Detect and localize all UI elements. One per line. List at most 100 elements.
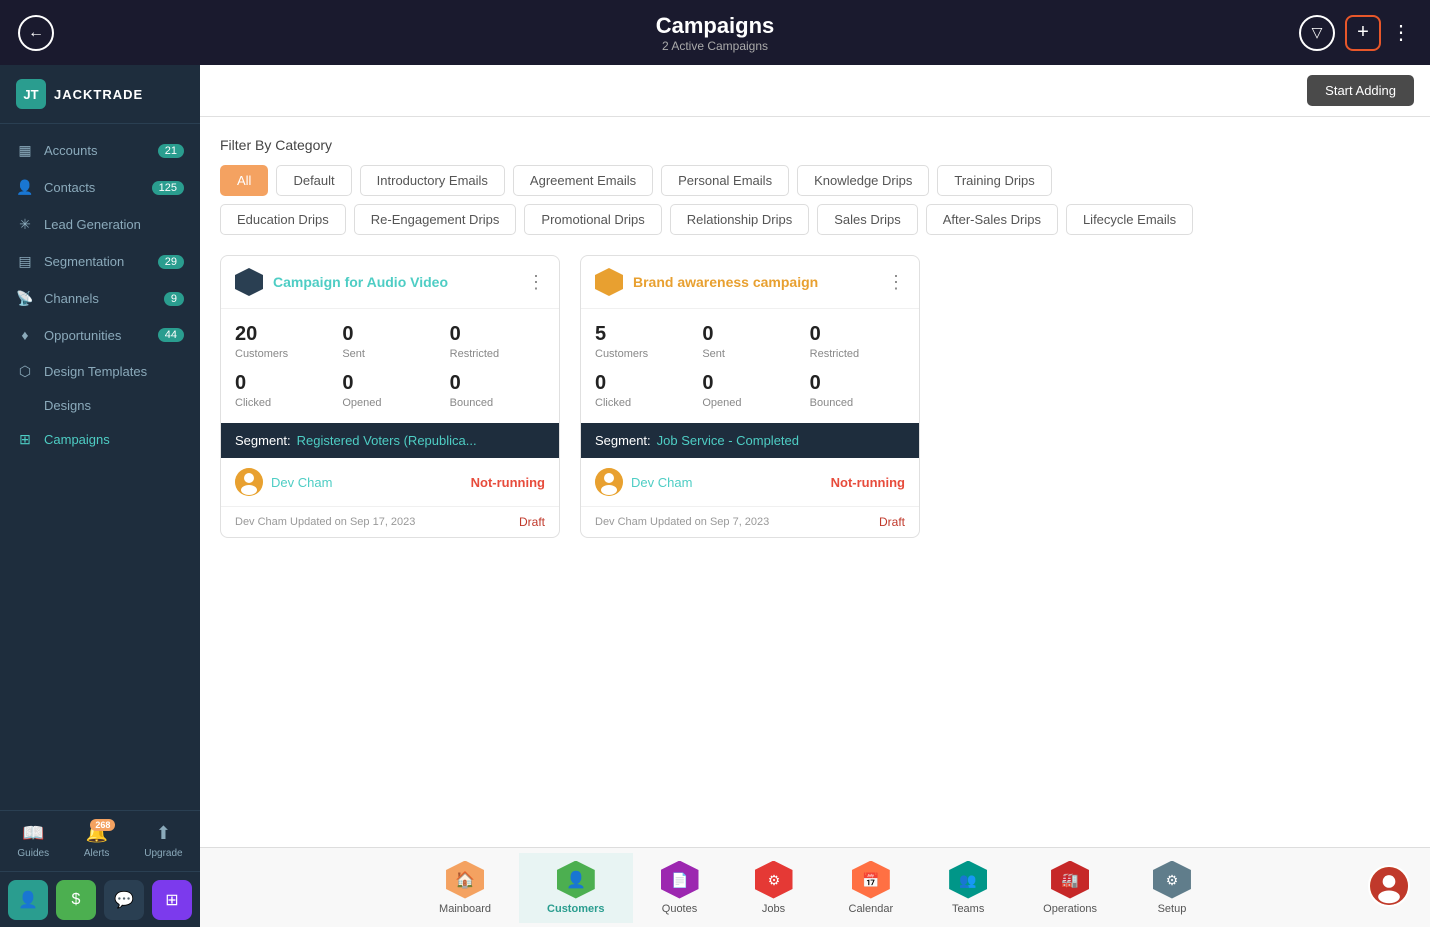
- stat-bounced-2: 0 Bounced: [810, 372, 905, 409]
- stat-sent-value-1: 0: [342, 323, 437, 346]
- filter-knowledge-drips[interactable]: Knowledge Drips: [797, 165, 929, 196]
- customers-label: Customers: [547, 903, 604, 915]
- sidebar-icon-row: 👤 $ 💬 ⊞: [0, 871, 200, 927]
- sidebar-item-opportunities[interactable]: ♦ Opportunities 44: [0, 317, 200, 353]
- quotes-label: Quotes: [662, 903, 697, 915]
- campaigns-grid: Campaign for Audio Video ⋮ 20 Customers …: [220, 255, 1410, 538]
- sidebar-item-lead-generation[interactable]: ✳ Lead Generation: [0, 206, 200, 243]
- setup-icon: ⚙: [1153, 861, 1191, 899]
- lead-gen-icon: ✳: [16, 216, 34, 233]
- stat-clicked-value-2: 0: [595, 372, 690, 395]
- campaign-1-user-name[interactable]: Dev Cham: [271, 475, 332, 490]
- filter-introductory-emails[interactable]: Introductory Emails: [360, 165, 505, 196]
- svg-text:🏠: 🏠: [455, 871, 475, 889]
- sidebar-item-campaigns[interactable]: ⊞ Campaigns: [0, 421, 200, 458]
- start-adding-button[interactable]: Start Adding: [1307, 75, 1414, 106]
- filter-personal-emails[interactable]: Personal Emails: [661, 165, 789, 196]
- segment-value-1[interactable]: Registered Voters (Republica...: [297, 433, 477, 448]
- stat-bounced-1: 0 Bounced: [450, 372, 545, 409]
- campaign-2-more[interactable]: ⋮: [887, 272, 905, 293]
- filter-agreement-emails[interactable]: Agreement Emails: [513, 165, 653, 196]
- filter-relationship-drips[interactable]: Relationship Drips: [670, 204, 810, 235]
- more-options-button[interactable]: ⋮: [1391, 20, 1412, 45]
- sidebar-item-contacts[interactable]: 👤 Contacts 125: [0, 169, 200, 206]
- stat-restricted-1: 0 Restricted: [450, 323, 545, 360]
- design-templates-icon: ⬡: [16, 363, 34, 380]
- stat-clicked-1: 0 Clicked: [235, 372, 330, 409]
- nav-customers[interactable]: 👤 Customers: [519, 853, 632, 923]
- alerts-button[interactable]: 🔔 268 Alerts: [84, 823, 110, 859]
- nav-teams[interactable]: 👥 Teams: [921, 853, 1015, 923]
- stat-clicked-label-1: Clicked: [235, 397, 330, 409]
- designs-label: Designs: [44, 398, 91, 413]
- sidebar-item-design-templates[interactable]: ⬡ Design Templates: [0, 353, 200, 390]
- sidebar-logo: JT JACKTRADE: [0, 65, 200, 124]
- filter-after-sales-drips[interactable]: After-Sales Drips: [926, 204, 1058, 235]
- sidebar-item-segmentation[interactable]: ▤ Segmentation 29: [0, 243, 200, 280]
- filter-re-engagement-drips[interactable]: Re-Engagement Drips: [354, 204, 517, 235]
- segment-value-2[interactable]: Job Service - Completed: [657, 433, 799, 448]
- upgrade-button[interactable]: ⬆ Upgrade: [144, 823, 182, 859]
- channels-label: Channels: [44, 291, 154, 306]
- filter-education-drips[interactable]: Education Drips: [220, 204, 346, 235]
- stat-bounced-label-2: Bounced: [810, 397, 905, 409]
- sidebar-item-accounts[interactable]: ▦ Accounts 21: [0, 132, 200, 169]
- bottom-nav: 🏠 Mainboard 👤 Customers 📄 Quotes ⚙: [200, 847, 1430, 927]
- jobs-icon: ⚙: [755, 861, 793, 899]
- guides-icon: 📖: [22, 823, 44, 844]
- channels-icon: 📡: [16, 290, 34, 307]
- stat-bounced-value-2: 0: [810, 372, 905, 395]
- add-button[interactable]: +: [1345, 15, 1381, 51]
- campaign-2-user: Dev Cham Not-running: [581, 458, 919, 506]
- campaign-2-draft: Draft: [879, 515, 905, 529]
- campaign-1-title[interactable]: Campaign for Audio Video: [273, 274, 517, 290]
- campaign-2-icon: [595, 268, 623, 296]
- campaign-1-stats: 20 Customers 0 Sent 0 Restricted 0: [221, 309, 559, 423]
- lead-gen-label: Lead Generation: [44, 217, 184, 232]
- dollar-quick-icon[interactable]: $: [56, 880, 96, 920]
- sidebar-bottom: 📖 Guides 🔔 268 Alerts ⬆ Upgrade: [0, 810, 200, 871]
- page-subtitle: 2 Active Campaigns: [656, 39, 775, 53]
- chat-quick-icon[interactable]: 💬: [104, 880, 144, 920]
- campaign-1-user: Dev Cham Not-running: [221, 458, 559, 506]
- stat-sent-label-2: Sent: [702, 348, 797, 360]
- page-title: Campaigns: [656, 13, 775, 39]
- segment-label-2: Segment:: [595, 433, 651, 448]
- nav-quotes[interactable]: 📄 Quotes: [633, 853, 727, 923]
- filter-default[interactable]: Default: [276, 165, 351, 196]
- campaign-1-more[interactable]: ⋮: [527, 272, 545, 293]
- campaign-2-user-name[interactable]: Dev Cham: [631, 475, 692, 490]
- stat-clicked-value-1: 0: [235, 372, 330, 395]
- stat-restricted-label-1: Restricted: [450, 348, 545, 360]
- content-topbar: Start Adding: [200, 65, 1430, 117]
- opportunities-label: Opportunities: [44, 328, 148, 343]
- user-quick-icon[interactable]: 👤: [8, 880, 48, 920]
- filter-lifecycle-emails[interactable]: Lifecycle Emails: [1066, 204, 1193, 235]
- svg-text:⚙: ⚙: [767, 872, 780, 888]
- filter-button[interactable]: ▽: [1299, 15, 1335, 51]
- user-avatar-bottom-right[interactable]: [1368, 865, 1410, 907]
- channels-badge: 9: [164, 292, 184, 306]
- top-header: ← Campaigns 2 Active Campaigns ▽ + ⋮: [0, 0, 1430, 65]
- nav-jobs[interactable]: ⚙ Jobs: [727, 853, 821, 923]
- filter-promotional-drips[interactable]: Promotional Drips: [524, 204, 661, 235]
- filter-all[interactable]: All: [220, 165, 268, 196]
- campaign-2-avatar: [595, 468, 623, 496]
- calendar-icon: 📅: [852, 861, 890, 899]
- customers-icon: 👤: [557, 861, 595, 899]
- sidebar-item-channels[interactable]: 📡 Channels 9: [0, 280, 200, 317]
- campaign-2-title[interactable]: Brand awareness campaign: [633, 274, 877, 290]
- back-button[interactable]: ←: [18, 15, 54, 51]
- filter-sales-drips[interactable]: Sales Drips: [817, 204, 917, 235]
- guides-button[interactable]: 📖 Guides: [17, 823, 49, 859]
- filter-section-label: Filter By Category: [220, 137, 1410, 153]
- filter-training-drips[interactable]: Training Drips: [937, 165, 1051, 196]
- nav-operations[interactable]: 🏭 Operations: [1015, 853, 1125, 923]
- stat-customers-1: 20 Customers: [235, 323, 330, 360]
- nav-mainboard[interactable]: 🏠 Mainboard: [411, 853, 519, 923]
- nav-setup[interactable]: ⚙ Setup: [1125, 853, 1219, 923]
- filter-row-2: Education Drips Re-Engagement Drips Prom…: [220, 204, 1410, 235]
- network-quick-icon[interactable]: ⊞: [152, 880, 192, 920]
- sidebar-item-designs[interactable]: Designs: [0, 390, 200, 421]
- nav-calendar[interactable]: 📅 Calendar: [821, 853, 922, 923]
